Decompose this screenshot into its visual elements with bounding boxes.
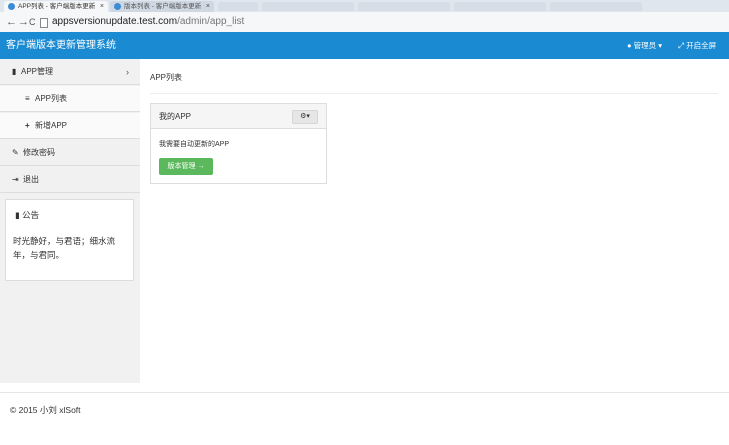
- forward-arrow-icon[interactable]: →: [18, 15, 29, 29]
- reload-icon[interactable]: C: [29, 15, 36, 29]
- file-icon: ▮: [12, 67, 17, 76]
- tab-title: APP列表 - 客户端版本更新: [18, 3, 96, 10]
- fullscreen-label: 开启全屏: [686, 41, 717, 50]
- fullscreen-button[interactable]: ⤢ 开启全屏: [678, 32, 716, 59]
- tab-favicon-icon: [8, 3, 15, 10]
- brand-title[interactable]: 客户端版本更新管理系统: [6, 32, 116, 59]
- page-title: APP列表: [150, 73, 183, 82]
- browser-tab-blurred[interactable]: [218, 2, 258, 11]
- notice-title-text: 公告: [22, 210, 40, 220]
- browser-tab-app-list[interactable]: APP列表 - 客户端版本更新 ×: [4, 1, 108, 12]
- notice-title: ▮ 公告: [15, 209, 39, 221]
- panel-description: 我需要自动更新的APP: [159, 141, 230, 148]
- browser-address-bar: ← → C appsversionupdate.test.com/admin/a…: [0, 12, 729, 33]
- sidebar-item-label: 退出: [23, 175, 39, 184]
- url-field[interactable]: appsversionupdate.test.com/admin/app_lis…: [52, 15, 244, 29]
- user-menu-label: 管理员: [633, 41, 657, 50]
- browser-tab-blurred[interactable]: [358, 2, 450, 11]
- page-icon: [40, 18, 48, 28]
- sidebar-item-logout[interactable]: ⇥ 退出: [0, 167, 140, 193]
- sidebar-item-app-list[interactable]: ≡ APP列表: [0, 86, 140, 112]
- url-host: appsversionupdate.test.com: [52, 16, 178, 27]
- sidebar-item-label: 新增APP: [35, 121, 68, 130]
- divider: [150, 93, 718, 94]
- fullscreen-icon: ⤢: [678, 41, 684, 50]
- footer-text: © 2015 小刘 xlSoft: [10, 405, 81, 415]
- sidebar-item-app-manage[interactable]: ▮ APP管理 ›: [0, 59, 140, 85]
- browser-tab-blurred[interactable]: [550, 2, 642, 11]
- sidebar: ▮ APP管理 › ≡ APP列表 + 新增APP ✎ 修改密码 ⇥ 退出 ▮ …: [0, 59, 140, 383]
- caret-down-icon: ▾: [658, 41, 662, 50]
- sidebar-item-label: APP管理: [21, 67, 54, 76]
- chevron-right-icon: ›: [126, 67, 129, 77]
- sidebar-item-change-password[interactable]: ✎ 修改密码: [0, 140, 140, 166]
- tab-title: 版本列表 - 客户端版本更新: [124, 3, 202, 10]
- settings-dropdown-button[interactable]: ⚙▾: [292, 110, 318, 124]
- panel-header: 我的APP ⚙▾: [151, 104, 326, 129]
- sidebar-item-label: 修改密码: [23, 148, 55, 157]
- notice-body: 时光静好，与君语；细水流年，与君同。: [13, 236, 116, 260]
- version-manage-button[interactable]: 版本管理 →: [159, 158, 213, 175]
- user-icon: ●: [627, 41, 632, 50]
- notice-panel: ▮ 公告 时光静好，与君语；细水流年，与君同。: [5, 199, 134, 281]
- sign-out-icon: ⇥: [12, 175, 19, 184]
- tab-close-icon[interactable]: ×: [100, 1, 104, 12]
- browser-tab-version-list[interactable]: 版本列表 - 客户端版本更新 ×: [110, 1, 214, 12]
- sidebar-item-label: APP列表: [35, 94, 68, 103]
- panel-title: 我的APP: [159, 112, 192, 121]
- sidebar-item-add-app[interactable]: + 新增APP: [0, 113, 140, 139]
- footer-divider: [0, 392, 729, 393]
- top-navbar: 客户端版本更新管理系统 ● 管理员 ▾ ⤢ 开启全屏: [0, 32, 729, 59]
- edit-icon: ✎: [12, 148, 19, 157]
- browser-tab-blurred[interactable]: [454, 2, 546, 11]
- caret-down-icon: ▾: [306, 113, 310, 120]
- back-arrow-icon[interactable]: ←: [6, 15, 17, 29]
- tab-close-icon[interactable]: ×: [206, 1, 210, 12]
- app-panel: 我的APP ⚙▾ 我需要自动更新的APP 版本管理 →: [150, 103, 327, 184]
- user-menu[interactable]: ● 管理员 ▾: [627, 32, 662, 59]
- browser-tab-blurred[interactable]: [262, 2, 354, 11]
- browser-tab-bar: APP列表 - 客户端版本更新 × 版本列表 - 客户端版本更新 ×: [0, 0, 729, 12]
- tab-favicon-icon: [114, 3, 121, 10]
- bookmark-icon: ▮: [15, 210, 20, 220]
- url-path: /admin/app_list: [177, 16, 245, 27]
- list-icon: ≡: [25, 94, 30, 103]
- plus-icon: +: [25, 121, 30, 130]
